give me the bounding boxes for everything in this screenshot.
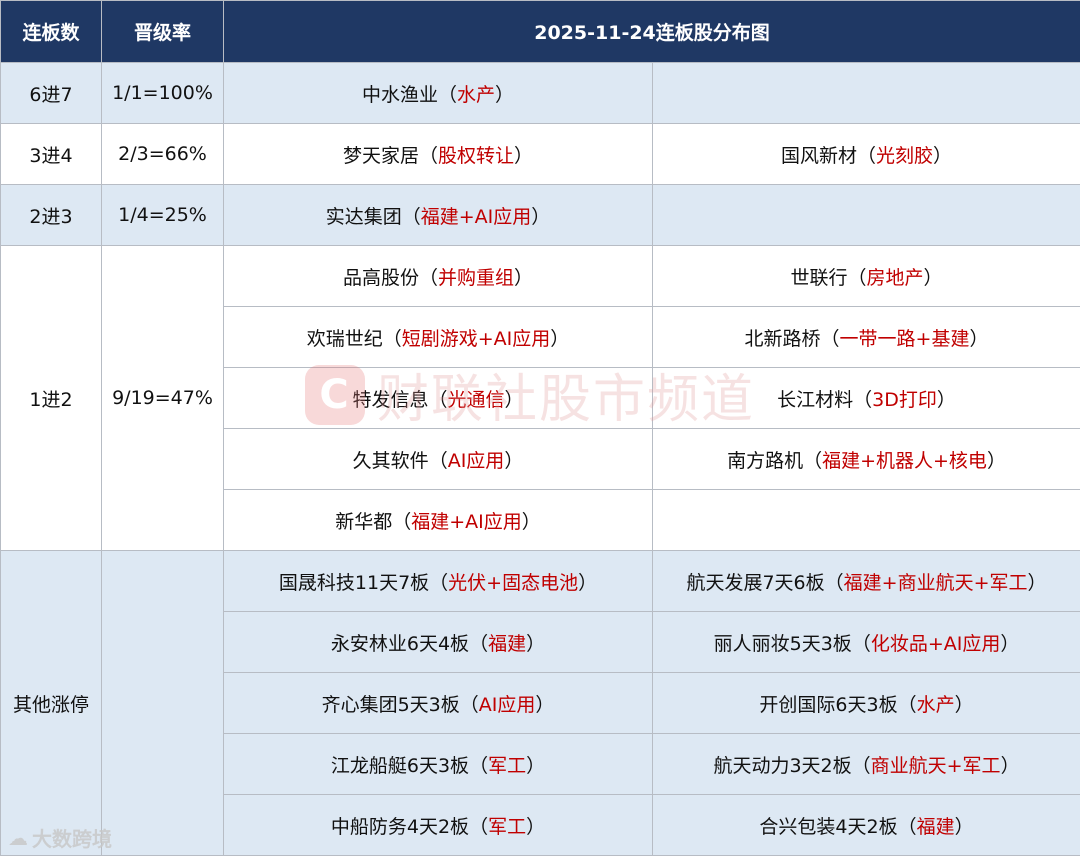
stock-name: 北新路桥 (744, 327, 821, 350)
stock-cell: 新华都（福建+AI应用） (223, 489, 653, 551)
stock-cell: 江龙船艇6天3板（军工） (223, 733, 653, 795)
stock-tag: 军工 (488, 754, 527, 777)
stock-cell: 长江材料（3D打印） (651, 367, 1080, 429)
stock-tag: 福建 (916, 815, 955, 838)
rate-cell: 9/19=47% (101, 245, 224, 551)
stock-cell: 开创国际6天3板（水产） (651, 672, 1080, 734)
stock-name: 航天动力3天2板 (713, 754, 852, 777)
stock-tag: 福建 (488, 632, 527, 655)
stock-name: 江龙船艇6天3板 (330, 754, 470, 777)
empty-cell (652, 184, 1080, 246)
limit-up-board-table: 连板数 晋级率 2025-11-24连板股分布图 6进7 1/1=100% 中水… (0, 0, 1080, 856)
rate-cell (101, 550, 224, 856)
stock-cell: 世联行（房地产） (651, 245, 1080, 307)
stock-tag: 光刻胶 (876, 144, 934, 167)
stock-name: 新华都 (335, 510, 393, 533)
stock-tag: 短剧游戏+AI应用 (401, 327, 551, 350)
stock-cell: 特发信息（光通信） (223, 367, 653, 429)
stock-cell: 齐心集团5天3板（AI应用） (223, 672, 653, 734)
stock-name: 长江材料 (777, 388, 854, 411)
stock-name: 南方路机 (727, 449, 804, 472)
stock-name: 丽人丽妆5天3板 (713, 632, 852, 655)
stock-cell: 丽人丽妆5天3板（化妆品+AI应用） (651, 611, 1080, 673)
stock-cell: 北新路桥（一带一路+基建） (651, 306, 1080, 368)
stock-cell: 国晟科技11天7板（光伏+固态电池） (223, 550, 653, 612)
stock-tag: 房地产 (866, 266, 924, 289)
stock-name: 中水渔业 (361, 83, 438, 106)
header-board-count: 连板数 (0, 0, 102, 63)
stock-name: 中船防务4天2板 (330, 815, 470, 838)
table-row: 6进7 1/1=100% 中水渔业（水产） (0, 62, 1080, 124)
stock-tag: 一带一路+基建 (839, 327, 970, 350)
rate-cell: 1/1=100% (101, 62, 224, 124)
stock-cell: 航天动力3天2板（商业航天+军工） (651, 733, 1080, 795)
stock-name: 国风新材 (780, 144, 857, 167)
stock-name: 实达集团 (325, 205, 402, 228)
stock-cell: 梦天家居（股权转让） (223, 123, 653, 185)
table-title: 2025-11-24连板股分布图 (222, 0, 1080, 63)
level-cell: 3进4 (0, 123, 102, 185)
stock-tag: 福建+商业航天+军工 (843, 571, 1028, 594)
stock-cell: 久其软件（AI应用） (223, 428, 653, 490)
empty-cell (651, 489, 1080, 551)
stock-tag: 福建+AI应用 (420, 205, 532, 228)
table-row: 其他涨停 国晟科技11天7板（光伏+固态电池） 航天发展7天6板（福建+商业航天… (0, 550, 1080, 856)
stock-name: 世联行 (790, 266, 848, 289)
rate-cell: 1/4=25% (101, 184, 224, 246)
stock-name: 特发信息 (352, 388, 429, 411)
stock-name: 品高股份 (342, 266, 419, 289)
stock-tag: 福建+AI应用 (411, 510, 522, 533)
stock-tag: 光通信 (447, 388, 505, 411)
table-header-row: 连板数 晋级率 2025-11-24连板股分布图 (0, 0, 1080, 63)
stock-tag: 水产 (916, 693, 955, 716)
stock-cell: 国风新材（光刻胶） (651, 123, 1080, 185)
stock-tag: 商业航天+军工 (870, 754, 1001, 777)
table-row: 2进3 1/4=25% 实达集团（福建+AI应用） (0, 184, 1080, 246)
stock-tag: 水产 (457, 83, 496, 106)
table-row: 3进4 2/3=66% 梦天家居（股权转让） 国风新材（光刻胶） (0, 123, 1080, 185)
stock-tag: AI应用 (478, 693, 536, 716)
empty-cell (652, 62, 1080, 124)
stock-tag: 3D打印 (872, 388, 937, 411)
stock-cell: 中水渔业（水产） (223, 62, 653, 124)
stock-name: 久其软件 (352, 449, 429, 472)
level-cell: 其他涨停 (0, 550, 102, 856)
stock-tag: 股权转让 (438, 144, 515, 167)
stock-cell: 南方路机（福建+机器人+核电） (651, 428, 1080, 490)
stock-cell: 欢瑞世纪（短剧游戏+AI应用） (223, 306, 653, 368)
stock-name: 齐心集团5天3板 (321, 693, 460, 716)
stock-tag: 化妆品+AI应用 (870, 632, 1001, 655)
stock-tag: 光伏+固态电池 (448, 571, 579, 594)
level-cell: 1进2 (0, 245, 102, 551)
stock-name: 航天发展7天6板 (686, 571, 825, 594)
stock-cell: 中船防务4天2板（军工） (223, 794, 653, 856)
stock-name: 梦天家居 (342, 144, 419, 167)
table-row: 1进2 9/19=47% 品高股份（并购重组） 世联行（房地产） (0, 245, 1080, 551)
stock-tag: AI应用 (447, 449, 505, 472)
stock-name: 欢瑞世纪 (306, 327, 383, 350)
stock-tag: 并购重组 (438, 266, 515, 289)
stock-cell: 实达集团（福建+AI应用） (223, 184, 653, 246)
stock-name: 国晟科技11天7板 (278, 571, 430, 594)
rate-cell: 2/3=66% (101, 123, 224, 185)
stock-tag: 福建+机器人+核电 (822, 449, 987, 472)
stock-name: 合兴包装4天2板 (759, 815, 898, 838)
header-promotion-rate: 晋级率 (101, 0, 224, 63)
level-cell: 2进3 (0, 184, 102, 246)
stock-tag: 军工 (488, 815, 527, 838)
stock-cell: 合兴包装4天2板（福建） (651, 794, 1080, 856)
stock-cell: 永安林业6天4板（福建） (223, 611, 653, 673)
level-cell: 6进7 (0, 62, 102, 124)
stock-name: 开创国际6天3板 (759, 693, 898, 716)
stock-cell: 品高股份（并购重组） (223, 245, 653, 307)
stock-cell: 航天发展7天6板（福建+商业航天+军工） (651, 550, 1080, 612)
stock-name: 永安林业6天4板 (330, 632, 470, 655)
